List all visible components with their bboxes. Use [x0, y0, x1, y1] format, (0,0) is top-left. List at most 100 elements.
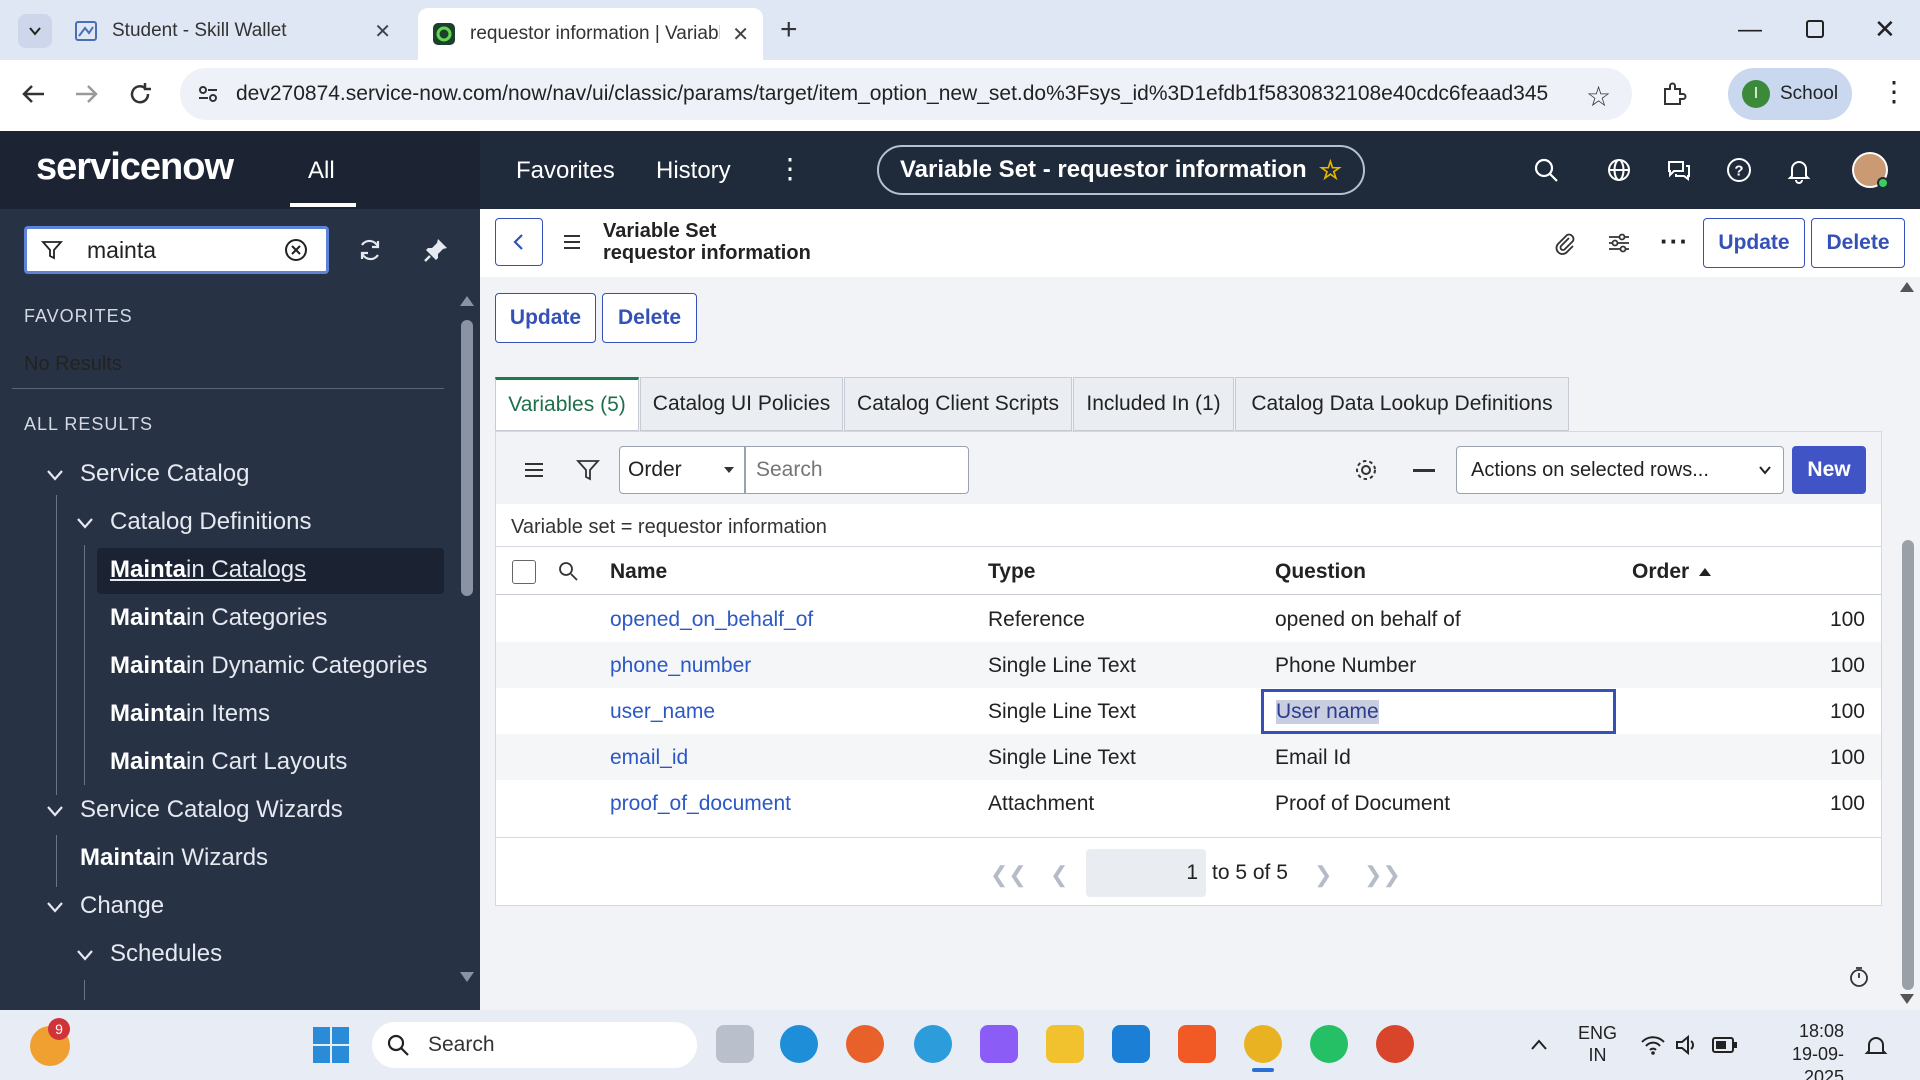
bell-icon[interactable] — [1785, 156, 1813, 184]
refresh-icon[interactable] — [356, 236, 384, 264]
next-page-icon[interactable]: ❯ — [1314, 862, 1332, 888]
close-window-button[interactable]: ✕ — [1874, 14, 1896, 45]
gear-icon[interactable] — [1352, 456, 1380, 484]
sidebar-item-maintain-wizards[interactable]: Maintain Wizards — [80, 844, 268, 872]
sidebar-item-service-catalog[interactable]: Service Catalog — [80, 460, 249, 488]
inline-edit-question-cell[interactable]: User name — [1261, 689, 1616, 734]
variable-order[interactable]: 100 — [1830, 654, 1865, 678]
sidebar-item-maintain-items[interactable]: Maintain Items — [110, 700, 270, 728]
tab-catalog-data-lookup-definitions[interactable]: Catalog Data Lookup Definitions — [1235, 377, 1569, 431]
chrome-profile-icon[interactable] — [1376, 1025, 1414, 1063]
tab-catalog-client-scripts[interactable]: Catalog Client Scripts — [844, 377, 1072, 431]
select-all-checkbox[interactable] — [512, 560, 536, 584]
bookmark-star-icon[interactable]: ☆ — [1586, 80, 1611, 113]
address-bar[interactable]: dev270874.service-now.com/now/nav/ui/cla… — [180, 68, 1632, 120]
edge-icon[interactable] — [780, 1025, 818, 1063]
search-field-select[interactable]: Order — [619, 446, 745, 494]
last-page-icon[interactable]: ❯❯ — [1364, 862, 1401, 888]
variable-question[interactable]: Proof of Document — [1275, 792, 1450, 816]
column-header-order[interactable]: Order — [1632, 560, 1712, 584]
table-row[interactable]: opened_on_behalf_of Reference opened on … — [496, 596, 1881, 642]
update-button[interactable]: Update — [495, 293, 596, 343]
context-title-pill[interactable]: Variable Set - requestor information ☆ — [877, 145, 1365, 195]
close-icon[interactable]: ✕ — [732, 22, 749, 47]
restore-button[interactable] — [1806, 20, 1824, 38]
table-row[interactable]: user_name Single Line Text 100 — [496, 688, 1881, 734]
table-row[interactable]: proof_of_document Attachment Proof of Do… — [496, 780, 1881, 826]
chat-icon[interactable] — [1665, 156, 1693, 184]
chevron-down-icon[interactable] — [44, 464, 66, 486]
variable-question[interactable]: Phone Number — [1275, 654, 1416, 678]
back-to-list-button[interactable] — [495, 218, 543, 266]
more-menu-icon[interactable]: ⋮ — [776, 152, 804, 185]
header-update-button[interactable]: Update — [1703, 218, 1805, 268]
brave-icon[interactable] — [1178, 1025, 1216, 1063]
sidebar-scrollbar-thumb[interactable] — [461, 320, 473, 596]
minimize-button[interactable]: — — [1738, 16, 1762, 44]
browser-tab-requestor-information[interactable]: requestor information | Variable ✕ — [418, 8, 763, 60]
browser-menu-icon[interactable]: ⋮ — [1880, 78, 1908, 106]
clock[interactable]: 18:08 19-09-2025 — [1754, 1020, 1844, 1080]
language-indicator[interactable]: ENG IN — [1578, 1022, 1617, 1066]
sidebar-item-schedules[interactable]: Schedules — [110, 940, 222, 968]
battery-icon[interactable] — [1712, 1036, 1738, 1054]
browser-tab-skill-wallet[interactable]: Student - Skill Wallet ✕ — [60, 8, 405, 54]
sidebar-item-change[interactable]: Change — [80, 892, 164, 920]
collapse-list-icon[interactable] — [1413, 469, 1435, 472]
chevron-down-icon[interactable] — [44, 800, 66, 822]
variable-name-link[interactable]: email_id — [610, 746, 688, 770]
microsoft-store-icon[interactable] — [1112, 1025, 1150, 1063]
response-time-icon[interactable] — [1848, 966, 1870, 988]
table-row[interactable]: email_id Single Line Text Email Id 100 — [496, 734, 1881, 780]
wifi-icon[interactable] — [1640, 1033, 1666, 1057]
sidebar-scrollbar-up[interactable] — [460, 296, 474, 306]
extensions-icon[interactable] — [1660, 80, 1688, 108]
variable-order[interactable]: 100 — [1830, 746, 1865, 770]
navigator-filter-input[interactable]: mainta — [24, 226, 329, 274]
globe-icon[interactable] — [1605, 156, 1633, 184]
reload-button[interactable] — [126, 80, 154, 108]
page-number-input[interactable]: 1 — [1086, 849, 1206, 897]
column-header-question[interactable]: Question — [1275, 560, 1366, 584]
favorites-menu[interactable]: Favorites — [516, 157, 615, 185]
pin-icon[interactable] — [422, 236, 450, 264]
content-scrollbar-thumb[interactable] — [1902, 540, 1914, 990]
variable-question[interactable]: opened on behalf of — [1275, 608, 1461, 632]
variable-name-link[interactable]: phone_number — [610, 654, 751, 678]
more-options-icon[interactable]: ··· — [1660, 226, 1689, 257]
forward-button[interactable] — [72, 80, 100, 108]
firefox-icon[interactable] — [846, 1025, 884, 1063]
sidebar-item-maintain-catalogs[interactable]: Maintain Catalogs — [110, 556, 306, 584]
taskbar-search[interactable]: Search — [372, 1022, 697, 1068]
profile-chip[interactable]: I School — [1728, 68, 1852, 120]
back-button[interactable] — [20, 80, 48, 108]
notification-center-icon[interactable] — [1864, 1034, 1888, 1058]
sidebar-scrollbar-down[interactable] — [460, 972, 474, 982]
tab-search-button[interactable] — [18, 14, 52, 48]
global-search-icon[interactable] — [1532, 156, 1560, 184]
new-button[interactable]: New — [1792, 446, 1866, 494]
file-explorer-icon[interactable] — [1046, 1025, 1084, 1063]
chevron-down-icon[interactable] — [74, 944, 96, 966]
help-app-icon[interactable] — [914, 1025, 952, 1063]
task-view-icon[interactable] — [716, 1025, 754, 1063]
star-icon[interactable]: ☆ — [1319, 155, 1342, 186]
variable-name-link[interactable]: opened_on_behalf_of — [610, 608, 813, 632]
tab-variables[interactable]: Variables (5) — [495, 377, 639, 431]
whatsapp-icon[interactable] — [1310, 1025, 1348, 1063]
list-filter-icon[interactable] — [576, 458, 600, 482]
servicenow-logo[interactable]: servicenow — [36, 146, 234, 189]
variable-question[interactable]: Email Id — [1275, 746, 1351, 770]
sidebar-item-maintain-dynamic-categories[interactable]: Maintain Dynamic Categories — [110, 652, 427, 680]
close-icon[interactable]: ✕ — [374, 19, 391, 44]
variable-order[interactable]: 100 — [1830, 608, 1865, 632]
table-row[interactable]: phone_number Single Line Text Phone Numb… — [496, 642, 1881, 688]
history-menu[interactable]: History — [656, 157, 731, 185]
form-context-menu-icon[interactable] — [560, 230, 584, 254]
content-scrollbar-up[interactable] — [1900, 282, 1914, 292]
all-menu-tab[interactable]: All — [308, 157, 335, 185]
copilot-icon[interactable] — [980, 1025, 1018, 1063]
sidebar-item-catalog-definitions[interactable]: Catalog Definitions — [110, 508, 311, 536]
column-header-type[interactable]: Type — [988, 560, 1035, 584]
variable-order[interactable]: 100 — [1830, 700, 1865, 724]
